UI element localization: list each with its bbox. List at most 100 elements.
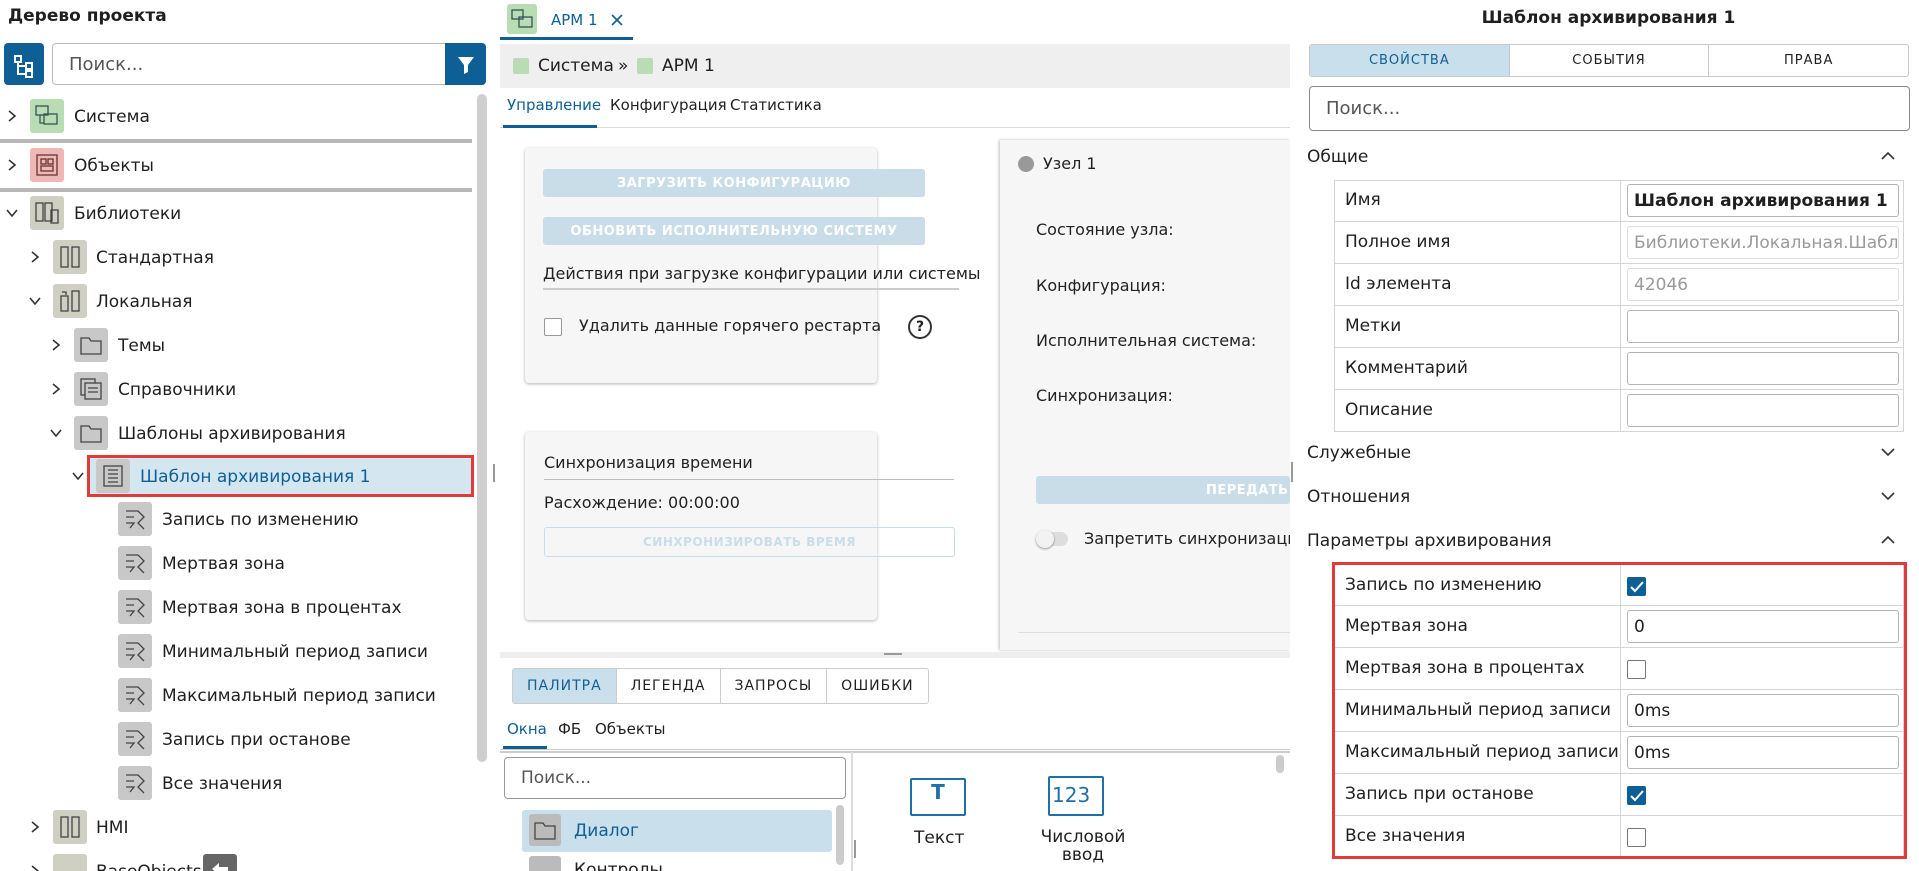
description-field[interactable] (1627, 394, 1899, 427)
active-tab-indicator (503, 746, 547, 749)
filter-button[interactable] (445, 43, 486, 85)
tree-label: Мертвая зона (162, 554, 285, 574)
tree-item-sistema[interactable]: Система (0, 97, 476, 137)
tree-label: Запись по изменению (162, 510, 359, 530)
delete-hot-restart-checkbox[interactable] (544, 318, 562, 336)
section-service[interactable]: Служебные (1307, 433, 1907, 473)
transfer-button[interactable]: ПЕРЕДАТЬ (1036, 476, 1290, 504)
name-field[interactable]: Шаблон архивирования 1 (1627, 184, 1899, 217)
palette-scrollbar[interactable] (1276, 755, 1284, 773)
tree-item-references[interactable]: Справочники (0, 370, 476, 410)
numeric-input-icon[interactable]: 123 (1048, 776, 1104, 816)
chevron-right-icon (8, 110, 17, 122)
list-item-controls[interactable]: Контролы (522, 856, 832, 871)
tree-item-objects[interactable]: Объекты (0, 146, 476, 186)
chevron-down-icon (1881, 492, 1895, 501)
parameter-icon (118, 502, 152, 536)
load-config-button[interactable]: ЗАГРУЗИТЬ КОНФИГУРАЦИЮ (543, 169, 925, 197)
section-relations[interactable]: Отношения (1307, 477, 1907, 517)
tags-field[interactable] (1627, 310, 1899, 343)
tab-rights[interactable]: ПРАВА (1709, 45, 1908, 76)
button-label: ОБНОВИТЬ ИСПОЛНИТЕЛЬНУЮ СИСТЕМУ (570, 224, 898, 239)
tree-item-themes[interactable]: Темы (0, 326, 476, 366)
back-arrow-icon[interactable] (203, 854, 237, 871)
splitter-handle[interactable] (1291, 462, 1293, 482)
tree-label: Максимальный период записи (162, 686, 436, 706)
help-icon[interactable]: ? (908, 315, 932, 339)
highlight-box (1332, 562, 1907, 859)
text-tool-icon[interactable]: T (910, 778, 966, 816)
tree-item-standard[interactable]: Стандартная (0, 238, 476, 278)
tree-view-button[interactable] (4, 43, 44, 85)
forbid-sync-toggle[interactable] (1036, 530, 1068, 548)
folder-icon (529, 814, 561, 846)
tree-item-hmi[interactable]: HMI (0, 808, 476, 848)
splitter-handle[interactable] (854, 840, 856, 858)
tree-label: Запись при останове (162, 730, 351, 750)
prop-row-name: Имя Шаблон архивирования 1 (1334, 180, 1904, 222)
tab-legend[interactable]: ЛЕГЕНДА (617, 669, 721, 703)
objects-icon (30, 148, 64, 182)
button-label: ПЕРЕДАТЬ (1206, 483, 1289, 498)
tree-item-archive-param[interactable]: Максимальный период записи (0, 676, 476, 716)
tab-statistics[interactable]: Статистика (730, 96, 822, 114)
tab-palette[interactable]: ПАЛИТРА (513, 669, 617, 703)
tree-item-archive-param[interactable]: Минимальный период записи (0, 632, 476, 672)
tab-apm-1[interactable]: АРМ 1 (500, 0, 633, 40)
breadcrumb-item[interactable]: АРМ 1 (662, 56, 715, 76)
comment-field[interactable] (1627, 352, 1899, 385)
checkbox-label: Удалить данные горячего рестарта (579, 316, 882, 335)
update-exec-system-button[interactable]: ОБНОВИТЬ ИСПОЛНИТЕЛЬНУЮ СИСТЕМУ (543, 217, 925, 245)
tree-item-libraries[interactable]: Библиотеки (0, 194, 476, 234)
chevron-right-icon (31, 251, 40, 263)
tab-configuration[interactable]: Конфигурация (610, 96, 727, 114)
tab-events[interactable]: СОБЫТИЯ (1510, 45, 1710, 76)
tree-item-archive-templates[interactable]: Шаблоны архивирования (0, 414, 476, 454)
splitter-handle (884, 653, 902, 655)
divider (543, 288, 959, 290)
subtab-fb[interactable]: ФБ (558, 720, 581, 738)
splitter-handle[interactable] (493, 464, 495, 482)
section-general[interactable]: Общие (1307, 137, 1907, 177)
chevron-down-icon (6, 209, 18, 218)
parameter-icon (118, 634, 152, 668)
tree-item-archive-param[interactable]: Мертвая зона (0, 544, 476, 584)
list-item-dialog[interactable]: Диалог (522, 810, 832, 852)
tree-item-archive-param[interactable]: Запись при останове (0, 720, 476, 760)
tree-scrollbar[interactable] (477, 94, 487, 762)
section-title: Служебные (1307, 443, 1412, 463)
palette-item-label: Текст (914, 828, 965, 848)
tree-label: Мертвая зона в процентах (162, 598, 402, 618)
folder-icon (529, 856, 561, 871)
subtab-windows[interactable]: Окна (507, 720, 547, 738)
editor-panel: АРМ 1 Система » АРМ 1 Управление Конфигу… (500, 0, 1290, 871)
folder-icon (74, 416, 108, 450)
tab-management[interactable]: Управление (507, 96, 601, 114)
list-scrollbar[interactable] (836, 805, 844, 865)
prop-row-comment: Комментарий (1334, 348, 1904, 390)
palette-search-input[interactable]: Поиск... (504, 757, 846, 799)
breadcrumb: Система » АРМ 1 (500, 44, 1290, 88)
subtab-objects[interactable]: Объекты (595, 720, 666, 738)
tree-label: Объекты (74, 156, 154, 176)
tree-item-archive-param[interactable]: Все значения (0, 764, 476, 804)
tree-item-base-objects[interactable]: BaseObjects (0, 852, 476, 871)
subtab-bar: Управление Конфигурация Статистика (500, 88, 1290, 128)
sync-time-button[interactable]: СИНХРОНИЗИРОВАТЬ ВРЕМЯ (544, 527, 955, 557)
tree-search-input[interactable]: Поиск... (52, 43, 446, 85)
properties-search-input[interactable]: Поиск... (1309, 86, 1910, 131)
tab-requests[interactable]: ЗАПРОСЫ (721, 669, 828, 703)
bottom-subtabs: Окна ФБ Объекты (500, 712, 1290, 750)
tab-properties[interactable]: СВОЙСТВА (1310, 45, 1510, 76)
tree-label: Стандартная (96, 248, 214, 268)
config-actions-card: ЗАГРУЗИТЬ КОНФИГУРАЦИЮ ОБНОВИТЬ ИСПОЛНИТ… (525, 148, 981, 383)
tree-item-local[interactable]: Локальная (0, 282, 476, 322)
parameter-icon (118, 590, 152, 624)
tree-item-archive-param[interactable]: Мертвая зона в процентах (0, 588, 476, 628)
section-archive-params[interactable]: Параметры архивирования (1307, 521, 1907, 561)
system-icon (30, 99, 64, 133)
breadcrumb-item[interactable]: Система (538, 56, 614, 76)
tree-item-archive-param[interactable]: Запись по изменению (0, 500, 476, 540)
tab-errors[interactable]: ОШИБКИ (827, 669, 927, 703)
close-icon[interactable] (611, 14, 623, 26)
